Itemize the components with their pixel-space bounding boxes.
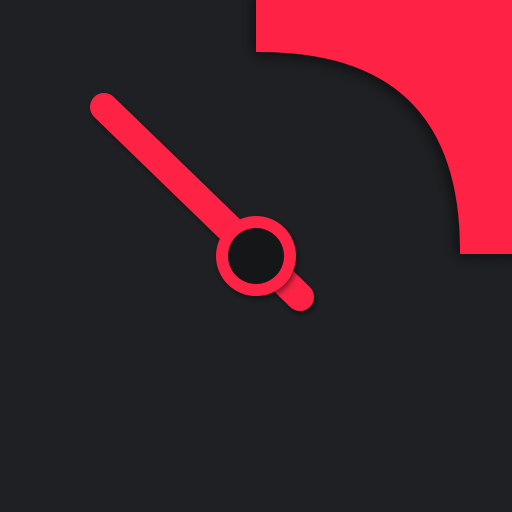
hub-center <box>228 228 284 284</box>
clock-icon <box>0 0 512 512</box>
clock-app-icon <box>0 0 512 512</box>
